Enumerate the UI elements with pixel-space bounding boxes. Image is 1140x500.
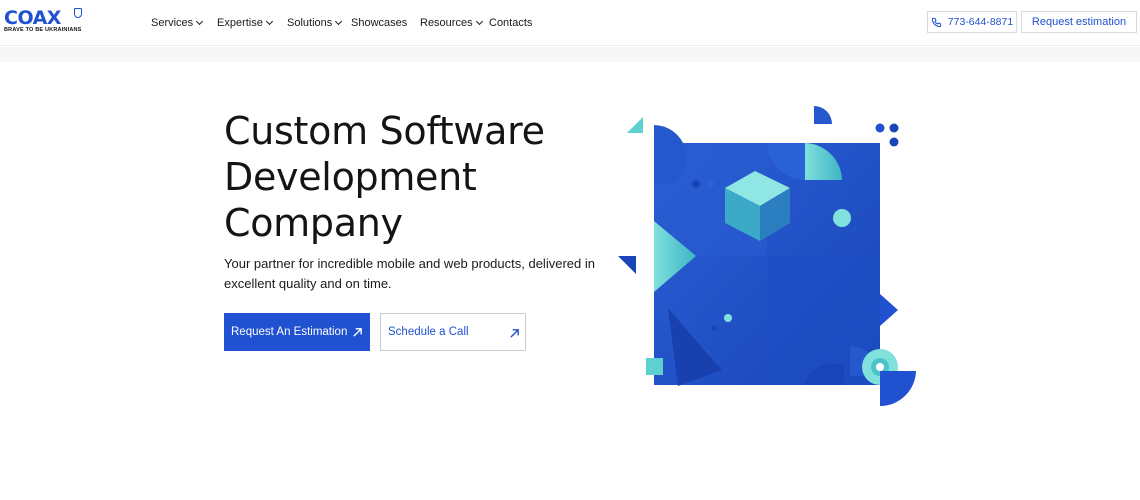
phone-number: 773-644-8871 xyxy=(947,16,1014,28)
nav-item-label: Showcases xyxy=(351,17,408,29)
phone-button[interactable]: 773-644-8871 xyxy=(927,11,1017,33)
shield-icon xyxy=(74,8,82,18)
hero-title: Custom Software Development Company xyxy=(224,108,604,246)
nav-item-resources[interactable]: Resources xyxy=(420,16,489,30)
nav-item-label: Solutions xyxy=(287,17,333,29)
nav-item-solutions[interactable]: Solutions xyxy=(287,16,351,30)
nav-item-services[interactable]: Services xyxy=(151,16,217,30)
nav-item-label: Expertise xyxy=(217,17,263,29)
cta-label: Schedule a Call xyxy=(388,326,469,338)
nav-item-contacts[interactable]: Contacts xyxy=(489,16,532,30)
nav-item-showcases[interactable]: Showcases xyxy=(351,16,420,30)
nav-item-label: Services xyxy=(151,17,194,29)
main-nav: Services Expertise Solutions Showcases R… xyxy=(151,15,532,31)
chevron-down-icon xyxy=(196,17,204,26)
site-header: COAX BRAVE TO BE UKRAINIANS Services Exp… xyxy=(0,0,1140,46)
hero-title-line: Company xyxy=(224,201,403,245)
phone-icon xyxy=(931,17,941,27)
request-estimation-button[interactable]: Request estimation xyxy=(1021,11,1137,33)
coax-logo[interactable]: COAX BRAVE TO BE UKRAINIANS xyxy=(4,8,84,38)
chevron-down-icon xyxy=(265,17,273,26)
hero-title-line: Custom Software xyxy=(224,109,545,153)
request-an-estimation-button[interactable]: Request An Estimation xyxy=(224,313,370,351)
schedule-a-call-button[interactable]: Schedule a Call xyxy=(380,313,526,351)
geometric-3d-illustration xyxy=(618,106,916,406)
nav-item-label: Contacts xyxy=(489,17,533,29)
nav-item-expertise[interactable]: Expertise xyxy=(217,16,287,30)
chevron-down-icon xyxy=(335,17,343,26)
hero-subtitle: Your partner for incredible mobile and w… xyxy=(224,256,595,291)
nav-item-label: Resources xyxy=(420,17,473,29)
cta-label: Request An Estimation xyxy=(231,326,348,338)
logo-tagline: BRAVE TO BE UKRAINIANS xyxy=(4,27,82,33)
chevron-down-icon xyxy=(475,17,483,26)
hero-title-line: Development xyxy=(224,155,477,199)
header-shadow-band xyxy=(0,47,1140,62)
arrow-up-right-icon xyxy=(510,329,519,338)
arrow-up-right-icon xyxy=(353,328,362,337)
logo-wordmark: COAX xyxy=(4,7,61,29)
